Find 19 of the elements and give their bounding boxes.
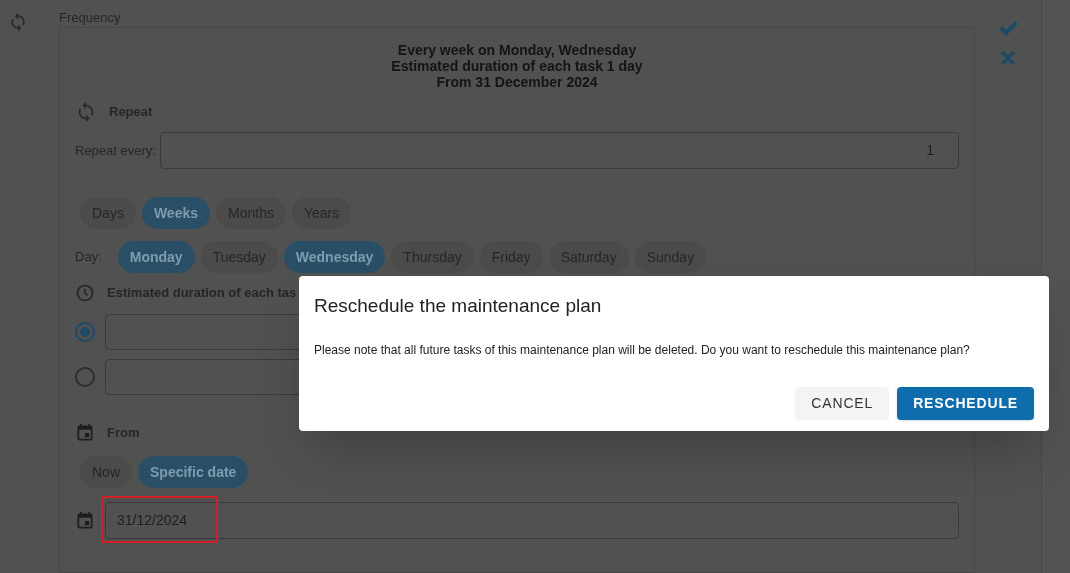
reschedule-button[interactable]: RESCHEDULE bbox=[897, 386, 1034, 420]
calendar-icon bbox=[75, 510, 95, 531]
dialog-title: Reschedule the maintenance plan bbox=[314, 294, 603, 318]
filter-chip[interactable]: Weeks bbox=[141, 197, 210, 229]
clock-icon bbox=[75, 283, 95, 303]
summary-line: From 31 December 2024 bbox=[436, 74, 598, 90]
filter-chip[interactable]: Specific date bbox=[138, 456, 249, 488]
radio-button[interactable] bbox=[75, 367, 95, 387]
summary-line: Estimated duration of each task 1 day bbox=[391, 58, 643, 74]
cancel-button[interactable]: CANCEL bbox=[795, 386, 890, 420]
sync-icon bbox=[8, 12, 28, 32]
filter-chip[interactable]: Wednesday bbox=[283, 241, 386, 273]
radio-button[interactable] bbox=[75, 322, 95, 342]
calendar-icon bbox=[75, 423, 95, 443]
filter-chip[interactable]: Monday bbox=[117, 241, 195, 273]
check-icon[interactable] bbox=[998, 20, 1018, 38]
summary-line: Every week on Monday, Wednesday bbox=[397, 42, 637, 58]
close-icon[interactable] bbox=[1000, 50, 1016, 66]
dialog-message: Please note that all future tasks of this maintenance plan will be deleted. Do you want to reschedule this maintenance plan? bbox=[314, 341, 971, 359]
